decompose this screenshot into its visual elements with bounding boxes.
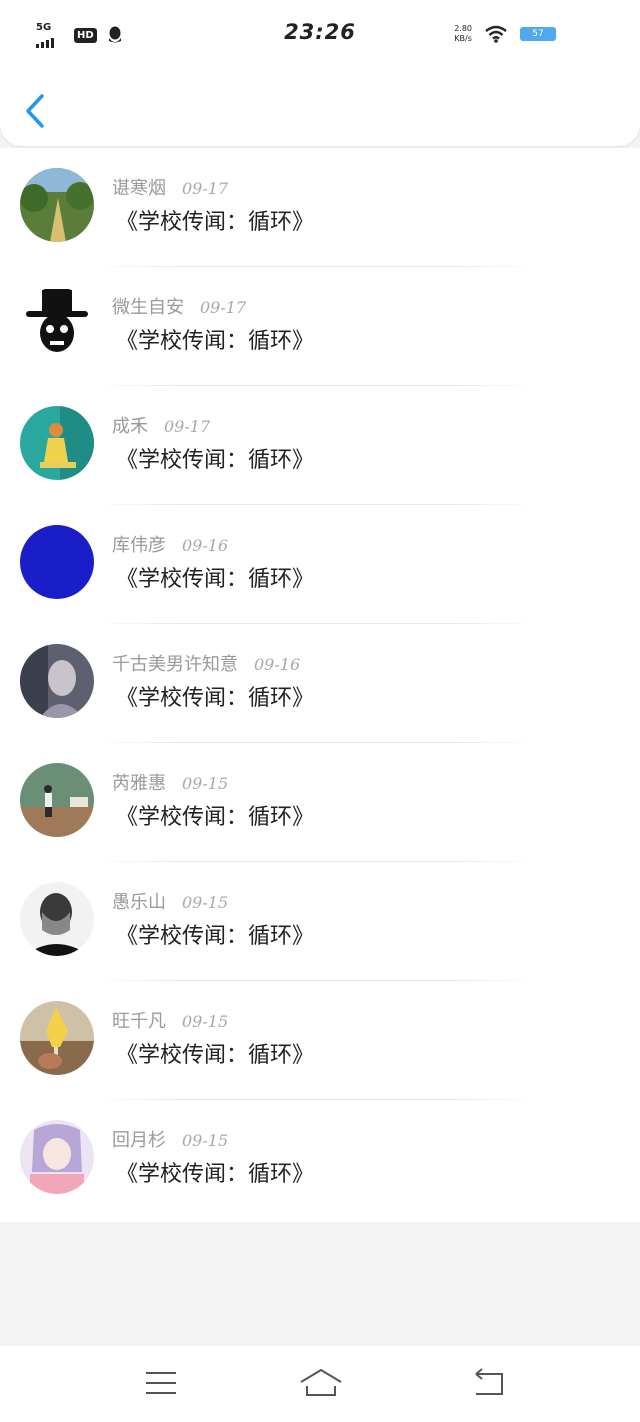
user-name: 谌寒烟 — [112, 178, 166, 199]
post-date: 09-17 — [164, 417, 211, 436]
home-button[interactable] — [298, 1366, 344, 1400]
user-name: 回月杉 — [112, 1130, 166, 1151]
home-icon — [300, 1369, 342, 1396]
avatar[interactable] — [20, 287, 94, 361]
post-title: 《学校传闻：循环》 — [116, 329, 315, 354]
avatar[interactable] — [20, 406, 94, 480]
system-nav-bar — [0, 1346, 640, 1422]
avatar[interactable] — [20, 1120, 94, 1194]
post-title: 《学校传闻：循环》 — [116, 805, 315, 830]
network-speed: 2.80 KB/s — [454, 24, 472, 44]
user-name: 芮雅惠 — [112, 773, 166, 794]
list-item[interactable]: 微生自安 09-17 《学校传闻：循环》 — [0, 267, 640, 386]
post-date: 09-17 — [182, 179, 229, 198]
wifi-icon — [485, 25, 507, 43]
post-title: 《学校传闻：循环》 — [116, 210, 315, 235]
post-date: 09-15 — [182, 893, 229, 912]
post-date: 09-15 — [182, 1012, 229, 1031]
list-item[interactable]: 芮雅惠 09-15 《学校传闻：循环》 — [0, 743, 640, 862]
list-item[interactable]: 愚乐山 09-15 《学校传闻：循环》 — [0, 862, 640, 981]
user-name: 成禾 — [112, 416, 148, 437]
back-icon — [475, 1368, 503, 1395]
menu-button[interactable] — [141, 1366, 181, 1400]
list-item[interactable]: 成禾 09-17 《学校传闻：循环》 — [0, 386, 640, 505]
user-name: 微生自安 — [112, 297, 184, 318]
post-date: 09-15 — [182, 774, 229, 793]
reply-list: 谌寒烟 09-17 《学校传闻：循环》 微生自安 09-17 《学校传闻：循环》 成… — [0, 148, 640, 1222]
post-title: 《学校传闻：循环》 — [116, 448, 315, 473]
list-item[interactable]: 旺千凡 09-15 《学校传闻：循环》 — [0, 981, 640, 1100]
post-date: 09-16 — [182, 536, 229, 555]
list-item[interactable]: 回月杉 09-15 《学校传闻：循环》 — [0, 1100, 640, 1219]
user-name: 旺千凡 — [112, 1011, 166, 1032]
app-header: 5G HD 23:26 2.80 KB/s 57 — [0, 0, 640, 146]
avatar[interactable] — [20, 763, 94, 837]
user-name: 千古美男许知意 — [112, 654, 238, 675]
post-title: 《学校传闻：循环》 — [116, 924, 315, 949]
status-bar: 5G HD 23:26 2.80 KB/s 57 — [0, 0, 640, 70]
avatar[interactable] — [20, 525, 94, 599]
back-button[interactable] — [22, 92, 52, 130]
list-item[interactable]: 谌寒烟 09-17 《学校传闻：循环》 — [0, 148, 640, 267]
avatar[interactable] — [20, 882, 94, 956]
post-date: 09-17 — [200, 298, 247, 317]
battery-indicator: 57 — [520, 27, 556, 41]
back-nav-button[interactable] — [470, 1366, 510, 1400]
chevron-left-icon — [26, 94, 44, 128]
post-date: 09-16 — [254, 655, 301, 674]
avatar[interactable] — [20, 1001, 94, 1075]
user-name: 库伟彦 — [112, 535, 166, 556]
user-name: 愚乐山 — [112, 892, 166, 913]
post-title: 《学校传闻：循环》 — [116, 686, 315, 711]
speed-unit: KB/s — [454, 34, 472, 43]
speed-value: 2.80 — [454, 24, 472, 33]
avatar[interactable] — [20, 644, 94, 718]
post-title: 《学校传闻：循环》 — [116, 567, 315, 592]
list-item[interactable]: 千古美男许知意 09-16 《学校传闻：循环》 — [0, 624, 640, 743]
post-title: 《学校传闻：循环》 — [116, 1162, 315, 1187]
menu-icon — [146, 1372, 176, 1394]
list-item[interactable]: 库伟彦 09-16 《学校传闻：循环》 — [0, 505, 640, 624]
post-date: 09-15 — [182, 1131, 229, 1150]
post-title: 《学校传闻：循环》 — [116, 1043, 315, 1068]
avatar[interactable] — [20, 168, 94, 242]
